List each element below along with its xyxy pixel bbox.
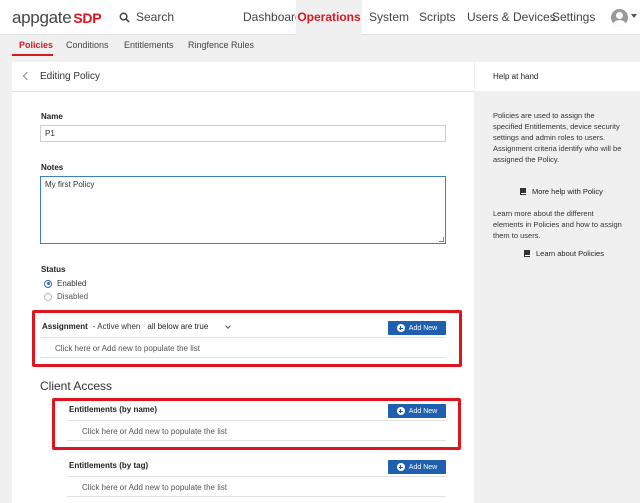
page-title: Editing Policy: [40, 71, 101, 82]
notes-field[interactable]: My first Policy: [40, 176, 446, 244]
add-new-label: Add New: [408, 463, 438, 471]
help-title: Help at hand: [493, 72, 539, 81]
chevron-down-icon[interactable]: [631, 14, 637, 18]
entitlements-tag-populate-hint[interactable]: Click here or Add new to populate the li…: [82, 483, 227, 492]
top-nav: appgate SDP Search Dashboard Operations S…: [0, 0, 640, 35]
help-panel: Policies are used to assign the specifie…: [475, 101, 640, 271]
client-access-heading: Client Access: [40, 379, 113, 393]
status-enabled-option[interactable]: Enabled: [44, 279, 86, 288]
tab-conditions[interactable]: Conditions: [66, 40, 109, 50]
status-label: Status: [41, 265, 66, 274]
radio-unchecked-icon[interactable]: [44, 292, 52, 301]
notes-label: Notes: [41, 163, 64, 172]
search-button[interactable]: Search: [119, 10, 174, 24]
help-link-learn-label: Learn about Policies: [536, 249, 604, 258]
sub-nav: Policies Conditions Entitlements Ringfen…: [0, 35, 640, 56]
resize-handle-icon[interactable]: [439, 237, 444, 242]
entitlements-highlight: [52, 398, 461, 450]
appgate-logo[interactable]: appgate SDP: [12, 8, 102, 28]
nav-scripts[interactable]: Scripts: [419, 0, 456, 35]
plus-icon: [396, 463, 405, 471]
nav-users-devices[interactable]: Users & Devices: [467, 0, 556, 35]
help-tab[interactable]: Help at hand: [475, 62, 640, 91]
entitlements-tag-add-new-button[interactable]: Add New: [388, 460, 446, 474]
search-label: Search: [136, 10, 175, 24]
help-paragraph-1: Policies are used to assign the specifie…: [493, 111, 622, 164]
tab-ringfence-rules[interactable]: Ringfence Rules: [188, 40, 254, 50]
book-icon: [520, 188, 526, 195]
status-disabled-option[interactable]: Disabled: [44, 292, 88, 301]
nav-settings[interactable]: Settings: [552, 0, 595, 35]
active-tab-indicator: [12, 54, 53, 56]
tab-entitlements[interactable]: Entitlements: [124, 40, 174, 50]
search-icon: [119, 12, 130, 23]
help-link-learn[interactable]: Learn about Policies: [524, 249, 604, 258]
disabled-label: Disabled: [57, 292, 89, 301]
book-icon: [524, 250, 530, 257]
name-field[interactable]: P1: [40, 125, 446, 142]
user-avatar-icon[interactable]: [611, 9, 628, 26]
radio-checked-icon[interactable]: [44, 279, 52, 288]
notes-text: My first Policy: [45, 180, 95, 189]
help-link-policy[interactable]: More help with Policy: [520, 187, 603, 196]
back-chevron-icon[interactable]: [22, 71, 32, 81]
help-link-policy-label: More help with Policy: [532, 187, 603, 196]
name-label: Name: [41, 112, 63, 121]
panel-header: Editing Policy: [12, 62, 474, 92]
tab-policies[interactable]: Policies: [19, 40, 53, 50]
nav-system[interactable]: System: [369, 0, 409, 35]
assignment-highlight: [32, 310, 462, 367]
entitlements-by-tag-label: Entitlements (by tag): [69, 461, 149, 470]
nav-dashboard[interactable]: Dashboard: [243, 0, 302, 35]
help-paragraph-2: Learn more about the different elements …: [493, 209, 622, 240]
enabled-label: Enabled: [57, 279, 87, 288]
divider: [67, 476, 446, 477]
nav-operations[interactable]: Operations: [296, 0, 362, 35]
divider: [67, 496, 446, 497]
